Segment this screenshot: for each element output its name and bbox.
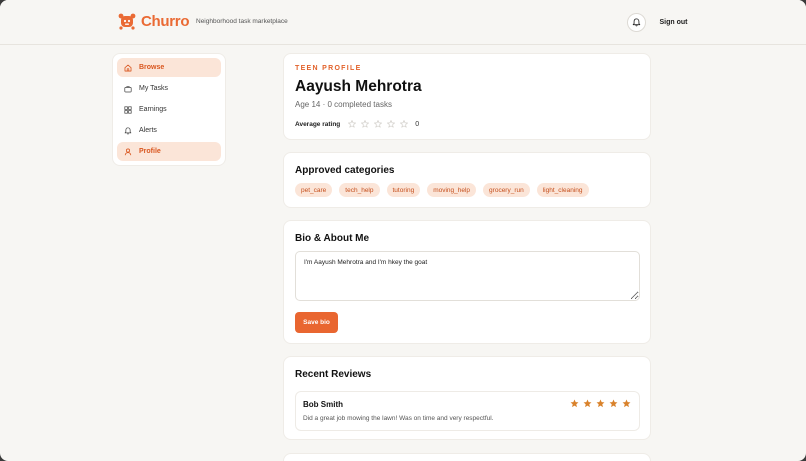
sidebar-item-alerts[interactable]: Alerts	[117, 121, 221, 140]
profile-eyebrow: TEEN PROFILE	[295, 65, 362, 72]
star-filled-icon	[570, 399, 579, 408]
profile-name: Aayush Mehrotra	[295, 78, 422, 95]
churro-logo-icon	[118, 13, 136, 30]
home-icon	[124, 64, 132, 71]
rating-stars	[348, 120, 413, 128]
categories-card: Approved categories pet_care tech_help t…	[283, 152, 651, 208]
rating-value: 0	[415, 120, 420, 128]
star-outline-icon	[374, 120, 383, 128]
star-outline-icon	[361, 120, 370, 128]
profile-subtitle: Age 14 · 0 completed tasks	[295, 100, 392, 109]
star-filled-icon	[596, 399, 605, 408]
sidebar-item-label: My Tasks	[139, 85, 169, 92]
star-outline-icon	[387, 120, 396, 128]
profile-card: TEEN PROFILE Aayush Mehrotra Age 14 · 0 …	[283, 53, 651, 140]
sidebar-item-my-tasks[interactable]: My Tasks	[117, 79, 221, 98]
review-stars	[566, 399, 631, 408]
category-chip: tutoring	[386, 183, 421, 197]
bell-icon	[632, 18, 641, 27]
briefcase-icon	[124, 85, 132, 92]
sidebar-nav: Browse My Tasks Earnings Alerts Profile	[112, 53, 226, 166]
sidebar-item-earnings[interactable]: Earnings	[117, 100, 221, 119]
rating-label: Average rating	[295, 120, 341, 128]
category-chip: tech_help	[339, 183, 380, 197]
star-filled-icon	[622, 399, 631, 408]
categories-title: Approved categories	[295, 165, 395, 176]
category-chip: grocery_run	[483, 183, 530, 197]
bio-card: Bio & About Me Save bio	[283, 220, 651, 344]
reviews-card: Recent Reviews Bob Smith Did a great job…	[283, 356, 651, 440]
bio-textarea[interactable]	[295, 251, 640, 301]
review-item: Bob Smith Did a great job mowing the law…	[295, 391, 640, 431]
category-chips: pet_care tech_help tutoring moving_help …	[295, 183, 596, 197]
next-card	[283, 453, 651, 461]
sign-out-button[interactable]: Sign out	[654, 12, 693, 32]
sidebar-item-label: Browse	[139, 64, 165, 71]
user-icon	[124, 148, 132, 155]
sidebar-item-browse[interactable]: Browse	[117, 58, 221, 77]
average-rating: Average rating 0	[295, 120, 419, 128]
sidebar-item-profile[interactable]: Profile	[117, 142, 221, 161]
save-bio-button[interactable]: Save bio	[295, 312, 338, 333]
sidebar-item-label: Profile	[139, 148, 161, 155]
sidebar-item-label: Alerts	[139, 127, 157, 134]
star-filled-icon	[609, 399, 618, 408]
app-window: Churro Neighborhood task marketplace Sig…	[0, 0, 806, 461]
star-outline-icon	[348, 120, 357, 128]
brand-name: Churro	[141, 12, 190, 30]
category-chip: light_cleaning	[536, 183, 589, 197]
category-chip: moving_help	[427, 183, 477, 197]
top-bar: Churro Neighborhood task marketplace Sig…	[0, 0, 806, 45]
reviews-title: Recent Reviews	[295, 369, 372, 380]
grid-icon	[124, 105, 132, 114]
brand[interactable]: Churro	[118, 12, 190, 30]
review-text: Did a great job mowing the lawn! Was on …	[303, 415, 494, 422]
reviewer-name: Bob Smith	[303, 400, 343, 409]
sidebar-item-label: Earnings	[139, 106, 167, 113]
bio-title: Bio & About Me	[295, 233, 370, 244]
brand-tagline: Neighborhood task marketplace	[196, 18, 288, 25]
star-filled-icon	[583, 399, 592, 408]
category-chip: pet_care	[295, 183, 333, 197]
star-outline-icon	[400, 120, 409, 128]
bell-icon	[124, 126, 132, 134]
notifications-button[interactable]	[627, 13, 646, 32]
